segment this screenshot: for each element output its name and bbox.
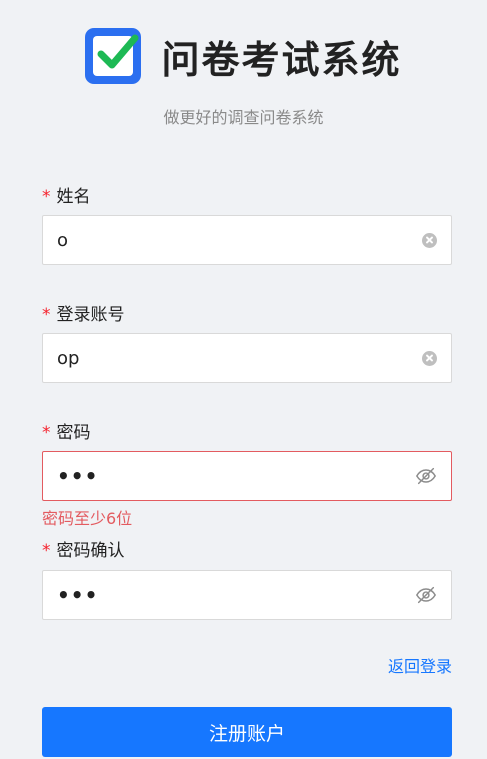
back-to-login-link[interactable]: 返回登录 (388, 653, 452, 677)
register-page: 问卷考试系统 做更好的调查问卷系统 * 姓名 o * 登录账号 op * 密码 •••… (0, 0, 487, 759)
eye-invisible-icon[interactable] (415, 465, 437, 487)
name-input-value[interactable]: o (57, 230, 422, 251)
password-input-value[interactable]: ••• (57, 464, 415, 488)
register-button[interactable]: 注册账户 (42, 707, 452, 757)
clear-icon[interactable] (422, 232, 437, 248)
password-input[interactable]: ••• (42, 451, 452, 501)
required-mark: * (42, 305, 51, 325)
app-title: 问卷考试系统 (161, 37, 402, 82)
clear-icon[interactable] (422, 350, 437, 366)
confirm-password-label: * 密码确认 (42, 541, 125, 561)
account-input[interactable]: op (42, 333, 452, 383)
eye-invisible-icon[interactable] (415, 584, 437, 606)
confirm-password-input[interactable]: ••• (42, 570, 452, 620)
password-error-message: 密码至少6位 (42, 509, 133, 528)
checkbox-logo-icon (85, 28, 142, 84)
required-mark: * (42, 187, 51, 207)
confirm-password-input-value[interactable]: ••• (57, 583, 415, 607)
required-mark: * (42, 423, 51, 443)
header: 问卷考试系统 (0, 28, 487, 84)
account-input-value[interactable]: op (57, 348, 422, 369)
app-subtitle: 做更好的调查问卷系统 (163, 108, 324, 127)
account-label: * 登录账号 (42, 305, 125, 325)
password-label: * 密码 (42, 423, 91, 443)
name-input[interactable]: o (42, 215, 452, 265)
required-mark: * (42, 541, 51, 561)
name-label: * 姓名 (42, 187, 91, 207)
